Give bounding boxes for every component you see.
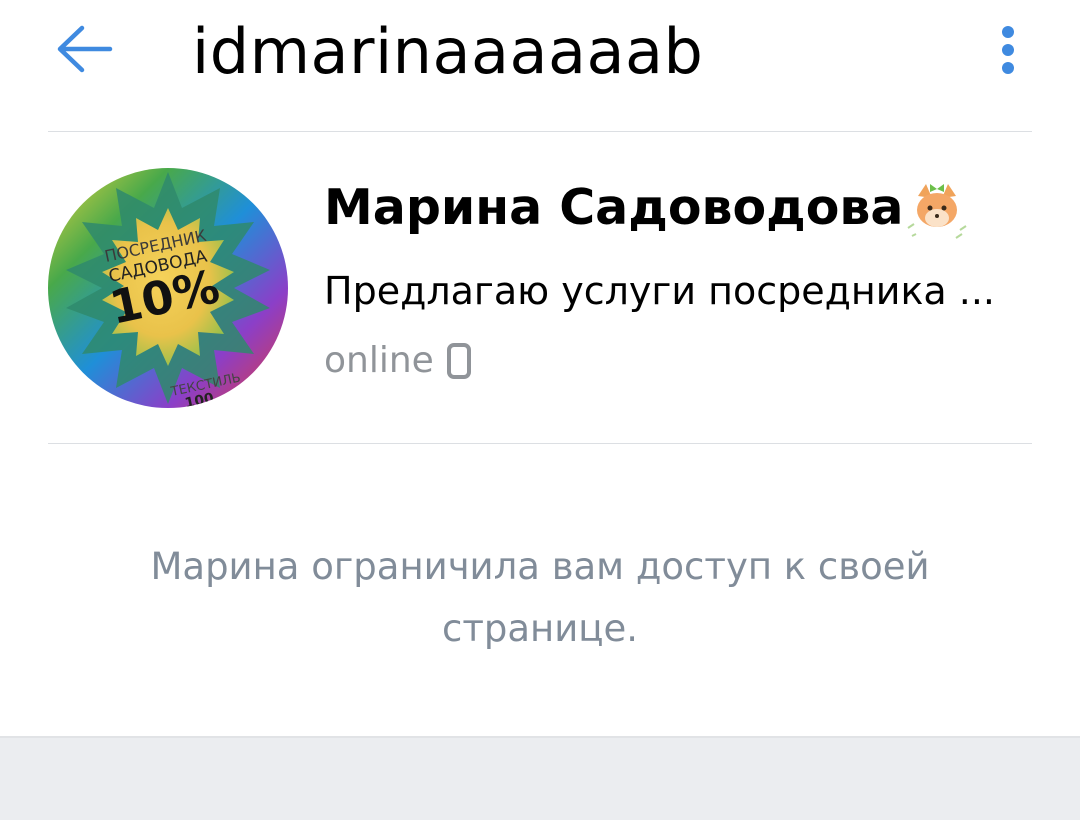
header-divider — [48, 131, 1032, 132]
online-status: online — [324, 340, 434, 381]
avatar-image: ПОСРЕДНИК САДОВОДА 10% ТЕКСТИЛЬ 100 — [48, 168, 288, 408]
arrow-left-icon — [57, 25, 113, 73]
fox-face-icon — [904, 178, 970, 240]
profile-divider — [48, 443, 1032, 444]
avatar[interactable]: ПОСРЕДНИК САДОВОДА 10% ТЕКСТИЛЬ 100 — [48, 168, 288, 408]
mobile-phone-icon — [446, 342, 472, 380]
more-button[interactable] — [986, 18, 1030, 82]
back-button[interactable] — [52, 18, 116, 82]
access-restricted-message: Марина ограничила вам доступ к своей стр… — [150, 545, 930, 650]
profile-status[interactable]: Предлагаю услуги посредника ... — [324, 260, 1024, 322]
profile-name: Марина Садоводова — [324, 179, 904, 236]
top-bar: idmarinaaaaaab — [0, 0, 1080, 132]
more-vertical-icon — [1002, 26, 1014, 74]
bottom-area — [0, 736, 1080, 820]
page-title: idmarinaaaaaab — [192, 15, 704, 88]
